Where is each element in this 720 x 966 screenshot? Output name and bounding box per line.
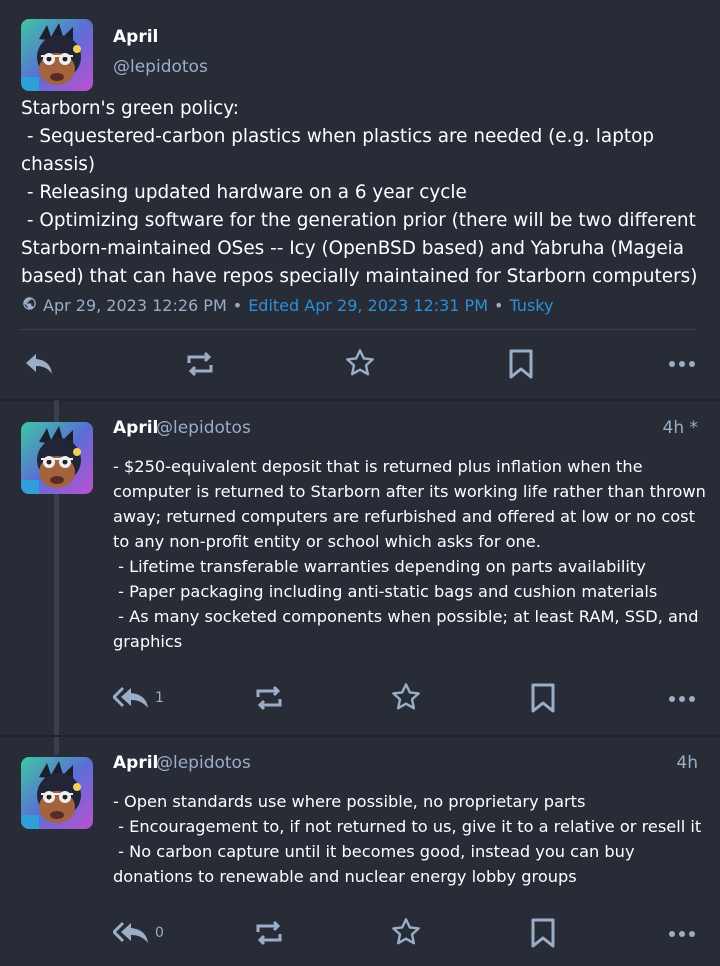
bookmark-button[interactable] [530,917,556,949]
meta-separator: • [232,296,243,315]
status-timestamp: Apr 29, 2023 12:26 PM [43,296,227,315]
boost-icon [184,348,216,380]
meta-separator: • [494,296,504,315]
status-content: - Open standards use where possible, no … [113,792,702,886]
more-icon [668,356,696,372]
boost-button[interactable] [253,682,285,714]
reply-all-icon [113,919,151,947]
bookmark-button[interactable] [530,682,556,714]
boost-icon [253,682,285,714]
more-button[interactable] [668,356,696,372]
status-separator [0,399,720,401]
reply-button[interactable] [24,350,54,378]
avatar[interactable] [21,422,93,494]
bookmark-button[interactable] [508,348,534,380]
reply-count: 0 [155,925,164,941]
status-time: 4h [676,753,698,773]
boost-icon [253,917,285,949]
bookmark-icon [530,917,556,949]
more-icon [668,691,696,707]
more-button[interactable] [668,926,696,942]
divider [20,329,696,330]
star-icon [390,916,422,948]
main-status: April @lepidotos Starborn's green policy… [0,0,720,400]
edited-link[interactable]: Edited Apr 29, 2023 12:31 PM [248,296,488,315]
boost-button[interactable] [184,348,216,380]
reply-status: April @lepidotos 4h * - $250-equivalent … [0,418,720,735]
more-button[interactable] [668,691,696,707]
favourite-button[interactable] [390,681,422,713]
reply-icon [24,350,54,378]
status-content: - $250-equivalent deposit that is return… [113,457,706,651]
globe-icon [22,296,37,315]
status-meta: Apr 29, 2023 12:26 PM • Edited Apr 29, 2… [22,296,553,315]
author-handle[interactable]: @lepidotos [113,57,208,77]
status-content: Starborn's green policy: - Sequestered-c… [21,98,698,287]
status-separator [0,735,720,737]
reply-status: April @lepidotos 4h - Open standards use… [0,753,720,966]
bookmark-icon [508,348,534,380]
favourite-button[interactable] [390,916,422,948]
author-name[interactable]: April [113,27,158,47]
reply-all-icon [113,684,151,712]
favourite-button[interactable] [344,347,376,379]
author-name[interactable]: April [113,418,158,438]
author-name[interactable]: April [113,753,158,773]
author-handle[interactable]: @lepidotos [156,418,251,438]
reply-button[interactable]: 1 [113,684,164,712]
avatar[interactable] [21,757,93,829]
star-icon [344,347,376,379]
bookmark-icon [530,682,556,714]
more-icon [668,926,696,942]
reply-count: 1 [155,690,164,706]
status-time: 4h * [662,418,699,438]
avatar[interactable] [21,19,93,91]
reply-button[interactable]: 0 [113,919,164,947]
application-link[interactable]: Tusky [509,296,553,315]
boost-button[interactable] [253,917,285,949]
star-icon [390,681,422,713]
author-handle[interactable]: @lepidotos [156,753,251,773]
